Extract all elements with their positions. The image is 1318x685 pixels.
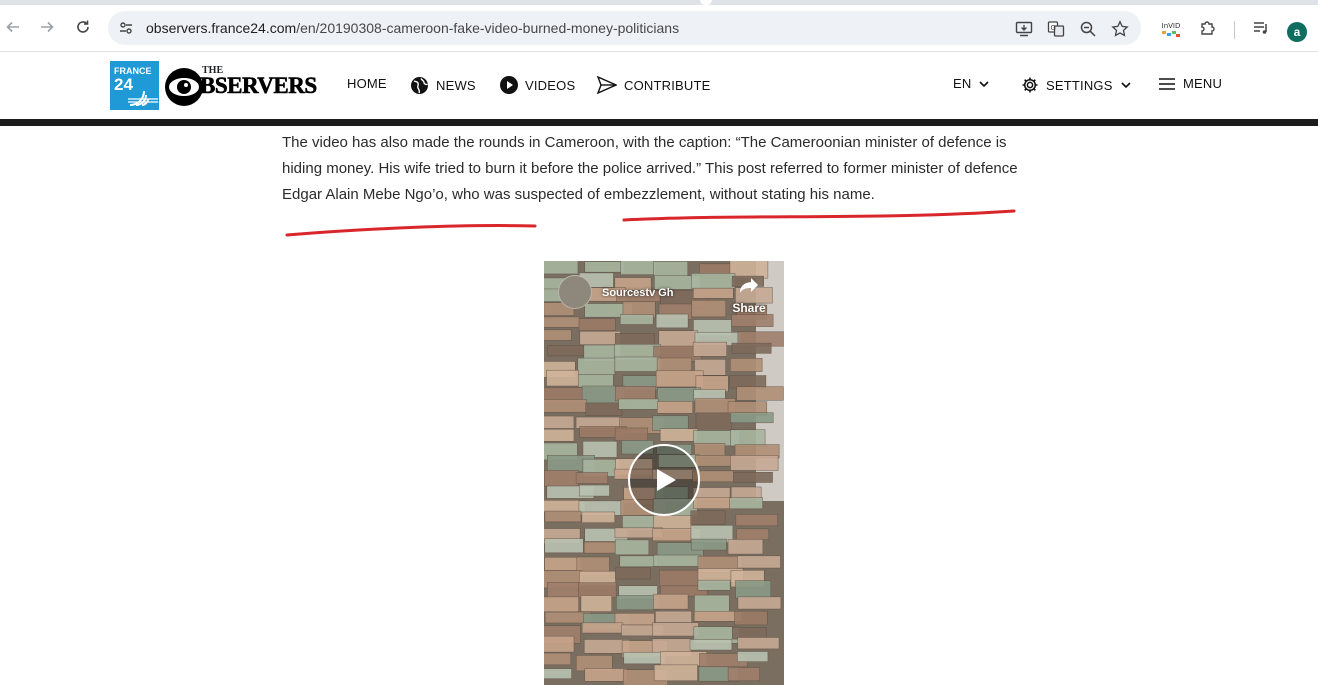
reload-button[interactable]: [72, 16, 94, 38]
gear-icon: [1022, 77, 1038, 93]
observers-logo-word: BSERVERS: [200, 73, 318, 99]
chevron-down-icon: [1121, 82, 1131, 89]
nav-home[interactable]: HOME: [347, 76, 387, 91]
channel-avatar[interactable]: [558, 275, 592, 309]
translate-icon[interactable]: G: [1046, 19, 1066, 39]
send-icon: [597, 76, 617, 94]
profile-initial: a: [1293, 25, 1301, 39]
nav-videos-label: VIDEOS: [525, 77, 576, 93]
globe-icon: [411, 77, 428, 94]
nav-videos[interactable]: VIDEOS: [500, 76, 575, 94]
back-button[interactable]: [2, 16, 24, 38]
nav-news[interactable]: NEWS: [410, 76, 476, 95]
nav-contribute-label: CONTRIBUTE: [624, 77, 711, 93]
nav-home-label: HOME: [347, 76, 387, 91]
menu-label: MENU: [1183, 76, 1223, 91]
site-header: FRANCE 24 THE BSERVERS HOME NEWS VIDEOS …: [0, 52, 1318, 119]
play-button[interactable]: [628, 444, 700, 516]
chevron-down-icon: [979, 80, 990, 87]
settings-label: SETTINGS: [1046, 77, 1113, 93]
invid-label: InVID: [1161, 22, 1181, 30]
media-controls-icon[interactable]: [1251, 18, 1271, 38]
play-circle-icon: [500, 76, 518, 94]
observers-eye-icon: [165, 68, 203, 106]
share-button[interactable]: Share: [732, 273, 766, 319]
main-menu-button[interactable]: MENU: [1158, 76, 1222, 91]
svg-text:G: G: [1051, 24, 1056, 32]
install-app-icon[interactable]: [1014, 19, 1034, 39]
zoom-icon[interactable]: [1078, 19, 1098, 39]
url-text[interactable]: observers.france24.com/en/20190308-camer…: [146, 20, 679, 36]
arrow-right-icon: [41, 21, 54, 33]
url-path: /en/20190308-cameroon-fake-video-burned-…: [296, 20, 680, 36]
browser-toolbar: observers.france24.com/en/20190308-camer…: [0, 5, 1318, 52]
reload-icon: [77, 20, 89, 33]
extensions-puzzle-icon[interactable]: [1198, 18, 1218, 38]
red-underline-left: [285, 224, 537, 237]
invid-extension-icon[interactable]: InVID: [1160, 22, 1182, 42]
site-info-icon[interactable]: [118, 20, 134, 41]
forward-button[interactable]: [36, 16, 58, 38]
observers-logo[interactable]: THE BSERVERS: [165, 65, 317, 106]
language-label: EN: [953, 76, 972, 91]
france24-logo[interactable]: FRANCE 24: [110, 61, 159, 110]
profile-avatar[interactable]: a: [1287, 22, 1307, 42]
bookmark-star-icon[interactable]: [1110, 19, 1130, 39]
share-arrow-icon: [740, 278, 758, 293]
nav-news-label: NEWS: [436, 78, 476, 93]
red-underline-right: [622, 209, 1016, 222]
url-host: observers.france24.com: [146, 20, 297, 36]
article-paragraph: The video has also made the rounds in Ca…: [282, 134, 1018, 203]
language-selector[interactable]: EN: [953, 76, 990, 91]
play-icon: [657, 469, 676, 491]
channel-name[interactable]: Sourcestv Gh: [602, 287, 674, 299]
hamburger-menu-icon: [1159, 77, 1175, 90]
toolbar-divider: [1234, 21, 1235, 39]
video-embed[interactable]: Sourcestv Gh Share: [544, 261, 784, 685]
address-bar[interactable]: observers.france24.com/en/20190308-camer…: [108, 11, 1141, 45]
header-rule: [0, 119, 1318, 126]
share-label: Share: [732, 301, 766, 315]
arrow-left-icon: [6, 21, 19, 33]
settings-menu[interactable]: SETTINGS: [1021, 76, 1132, 94]
nav-contribute[interactable]: CONTRIBUTE: [597, 76, 711, 94]
france24-waves-icon: [128, 90, 158, 106]
